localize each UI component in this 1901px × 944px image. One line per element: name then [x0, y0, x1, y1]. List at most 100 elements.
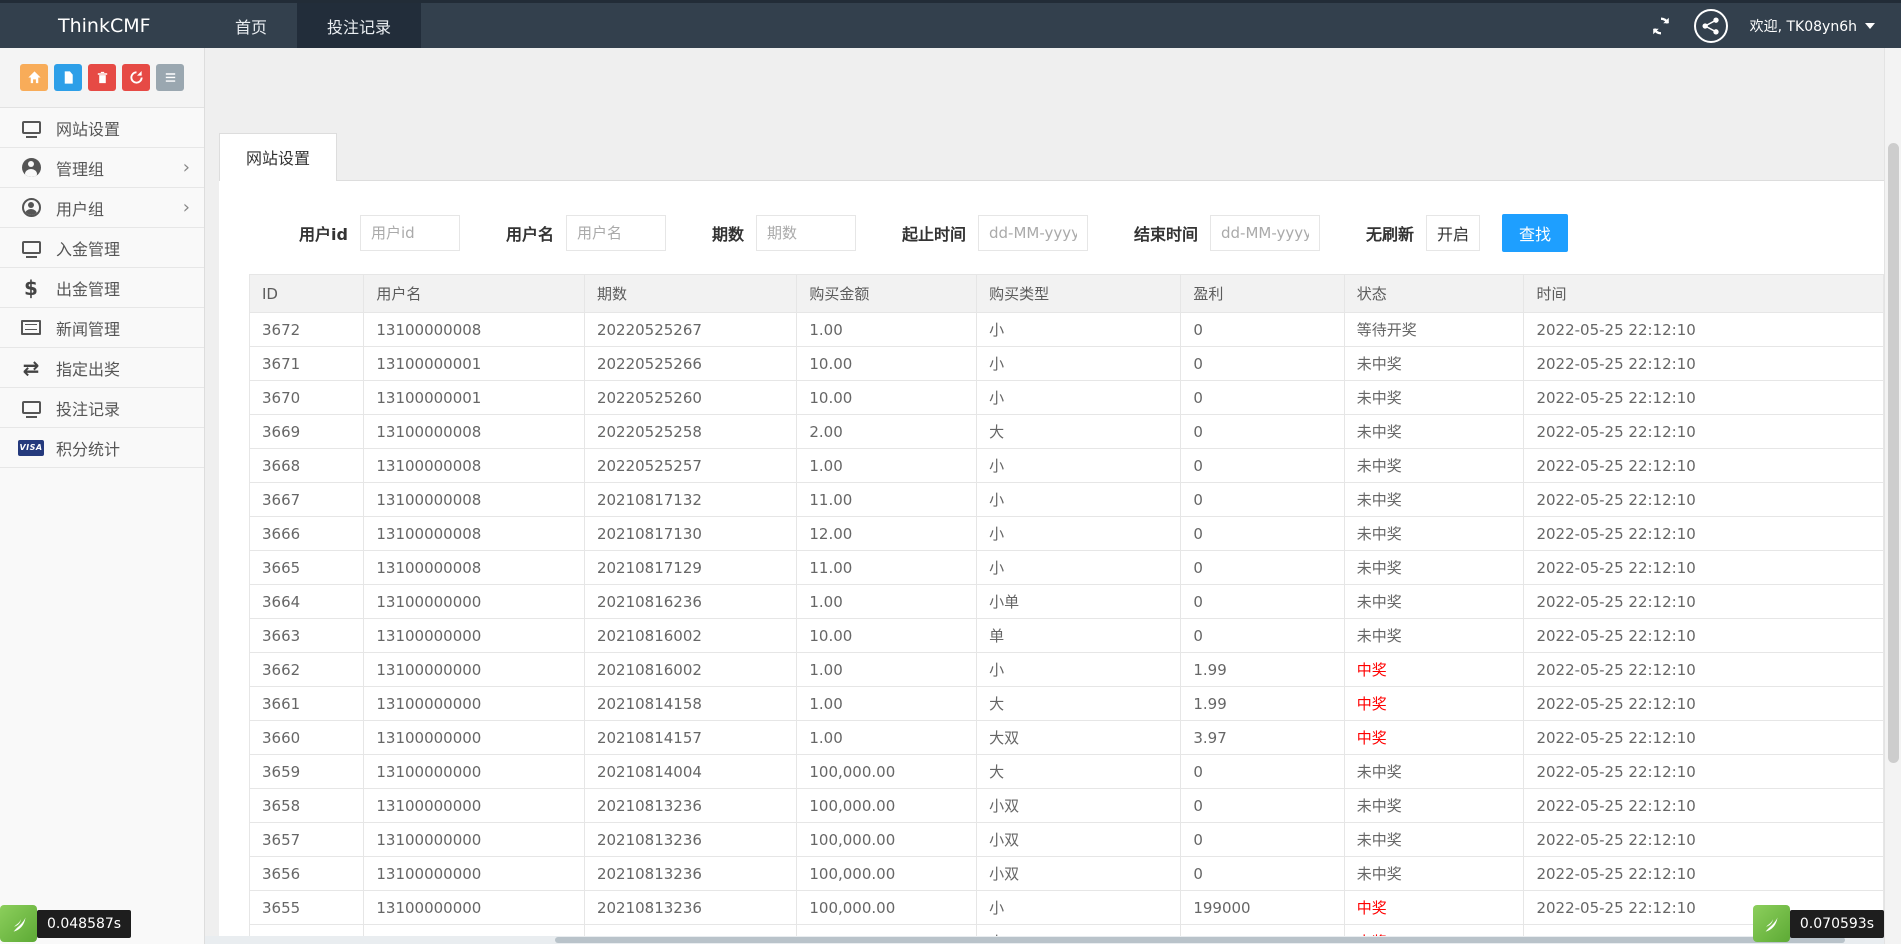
- avatar[interactable]: [1694, 9, 1728, 43]
- cell-username: 13100000000: [364, 857, 585, 891]
- nav-tab[interactable]: 投注记录: [297, 3, 421, 48]
- main-content: 网站设置 用户id 用户名 期数 起止时间 结束时间: [205, 48, 1884, 944]
- cell-username: 13100000008: [364, 313, 585, 347]
- no-refresh-select[interactable]: 开启: [1426, 215, 1480, 251]
- cell-profit: 0: [1181, 483, 1344, 517]
- thinkphp-logo-icon: [0, 905, 37, 942]
- cell-profit: 0: [1181, 585, 1344, 619]
- nav-tab[interactable]: 首页: [205, 3, 297, 48]
- horizontal-scrollbar: [205, 936, 1884, 944]
- new-file-icon[interactable]: [54, 64, 82, 91]
- cell-username: 13100000001: [364, 347, 585, 381]
- cell-profit: 1.99: [1181, 653, 1344, 687]
- cell-type: 小: [977, 551, 1181, 585]
- chevron-down-icon: [1865, 23, 1875, 29]
- cell-amount: 1.00: [797, 721, 977, 755]
- cell-id: 3661: [250, 687, 364, 721]
- records-table: ID 用户名 期数 购买金额 购买类型 盈利 状态: [249, 274, 1884, 944]
- cell-id: 3671: [250, 347, 364, 381]
- table-row: 3657 13100000000 20210813236 100,000.00 …: [250, 823, 1884, 857]
- column-header: 盈利: [1181, 275, 1344, 313]
- cell-id: 3668: [250, 449, 364, 483]
- sidebar-item[interactable]: 管理组 ›: [0, 148, 204, 188]
- sidebar-item[interactable]: 新闻管理: [0, 308, 204, 348]
- cell-period: 20210817132: [584, 483, 796, 517]
- vertical-scrollbar-thumb[interactable]: [1888, 143, 1899, 763]
- cell-amount: 1.00: [797, 585, 977, 619]
- tab-site-settings[interactable]: 网站设置: [219, 133, 337, 181]
- cell-type: 小: [977, 891, 1181, 925]
- recycle-icon[interactable]: [122, 64, 150, 91]
- period-input[interactable]: [756, 215, 856, 251]
- cell-time: 2022-05-25 22:12:10: [1524, 823, 1884, 857]
- cell-id: 3660: [250, 721, 364, 755]
- column-header: 期数: [584, 275, 796, 313]
- cell-id: 3662: [250, 653, 364, 687]
- cell-type: 小: [977, 347, 1181, 381]
- nav-tabs: 首页 投注记录: [205, 3, 421, 48]
- sidebar-item[interactable]: 出金管理: [0, 268, 204, 308]
- cell-id: 3665: [250, 551, 364, 585]
- list-icon[interactable]: [156, 64, 184, 91]
- cell-username: 13100000000: [364, 891, 585, 925]
- trash-icon[interactable]: [88, 64, 116, 91]
- sidebar-toolbar: [0, 48, 204, 108]
- sidebar-item[interactable]: 投注记录: [0, 388, 204, 428]
- content-tab-row: 网站设置: [219, 133, 1884, 181]
- brand-logo[interactable]: ThinkCMF: [0, 3, 205, 48]
- cell-status: 未中奖: [1344, 483, 1524, 517]
- cell-amount: 12.00: [797, 517, 977, 551]
- cell-period: 20210816002: [584, 653, 796, 687]
- cell-profit: 0: [1181, 857, 1344, 891]
- user-id-input[interactable]: [360, 215, 460, 251]
- cell-type: 小双: [977, 823, 1181, 857]
- cell-profit: 0: [1181, 517, 1344, 551]
- cell-status: 未中奖: [1344, 789, 1524, 823]
- cell-profit: 0: [1181, 381, 1344, 415]
- cell-period: 20210814004: [584, 755, 796, 789]
- table-row: 3659 13100000000 20210814004 100,000.00 …: [250, 755, 1884, 789]
- cell-amount: 1.00: [797, 687, 977, 721]
- exec-time-badge-right: 0.070593s: [1753, 905, 1884, 942]
- horizontal-scrollbar-thumb[interactable]: [555, 937, 1845, 943]
- sidebar-item-label: 用户组: [56, 196, 171, 220]
- sidebar-item[interactable]: 用户组 ›: [0, 188, 204, 228]
- user-menu[interactable]: 欢迎, TK08yn6h: [1750, 16, 1875, 36]
- sidebar-item[interactable]: 积分统计: [0, 428, 204, 468]
- refresh-icon[interactable]: [1650, 15, 1672, 37]
- cell-amount: 1.00: [797, 449, 977, 483]
- start-date-input[interactable]: [978, 215, 1088, 251]
- cell-profit: 0: [1181, 619, 1344, 653]
- sidebar-item[interactable]: 网站设置: [0, 108, 204, 148]
- home-icon[interactable]: [20, 64, 48, 91]
- sidebar-item[interactable]: 入金管理: [0, 228, 204, 268]
- table-row: 3668 13100000008 20220525257 1.00 小 0 未中…: [250, 449, 1884, 483]
- cell-username: 13100000008: [364, 449, 585, 483]
- cell-status: 未中奖: [1344, 381, 1524, 415]
- end-time-label: 结束时间: [1134, 221, 1198, 245]
- cell-period: 20210816236: [584, 585, 796, 619]
- sidebar-item-label: 投注记录: [56, 396, 190, 420]
- cell-time: 2022-05-25 22:12:10: [1524, 619, 1884, 653]
- cell-amount: 11.00: [797, 551, 977, 585]
- cell-status: 未中奖: [1344, 551, 1524, 585]
- cell-status: 未中奖: [1344, 755, 1524, 789]
- end-date-input[interactable]: [1210, 215, 1320, 251]
- cell-time: 2022-05-25 22:12:10: [1524, 449, 1884, 483]
- cell-status: 中奖: [1344, 653, 1524, 687]
- visa-icon: [18, 437, 44, 459]
- monitor-icon: [18, 397, 44, 419]
- cell-username: 13100000000: [364, 653, 585, 687]
- cell-profit: 0: [1181, 415, 1344, 449]
- cell-profit: 0: [1181, 789, 1344, 823]
- filter-bar: 用户id 用户名 期数 起止时间 结束时间 无刷新 开启: [219, 181, 1884, 274]
- cell-amount: 100,000.00: [797, 823, 977, 857]
- cell-username: 13100000008: [364, 483, 585, 517]
- cell-type: 大双: [977, 721, 1181, 755]
- username-input[interactable]: [566, 215, 666, 251]
- sidebar-item[interactable]: 指定出奖: [0, 348, 204, 388]
- table-row: 3667 13100000008 20210817132 11.00 小 0 未…: [250, 483, 1884, 517]
- cell-time: 2022-05-25 22:12:10: [1524, 857, 1884, 891]
- search-button[interactable]: 查找: [1502, 214, 1568, 252]
- monitor-icon: [18, 117, 44, 139]
